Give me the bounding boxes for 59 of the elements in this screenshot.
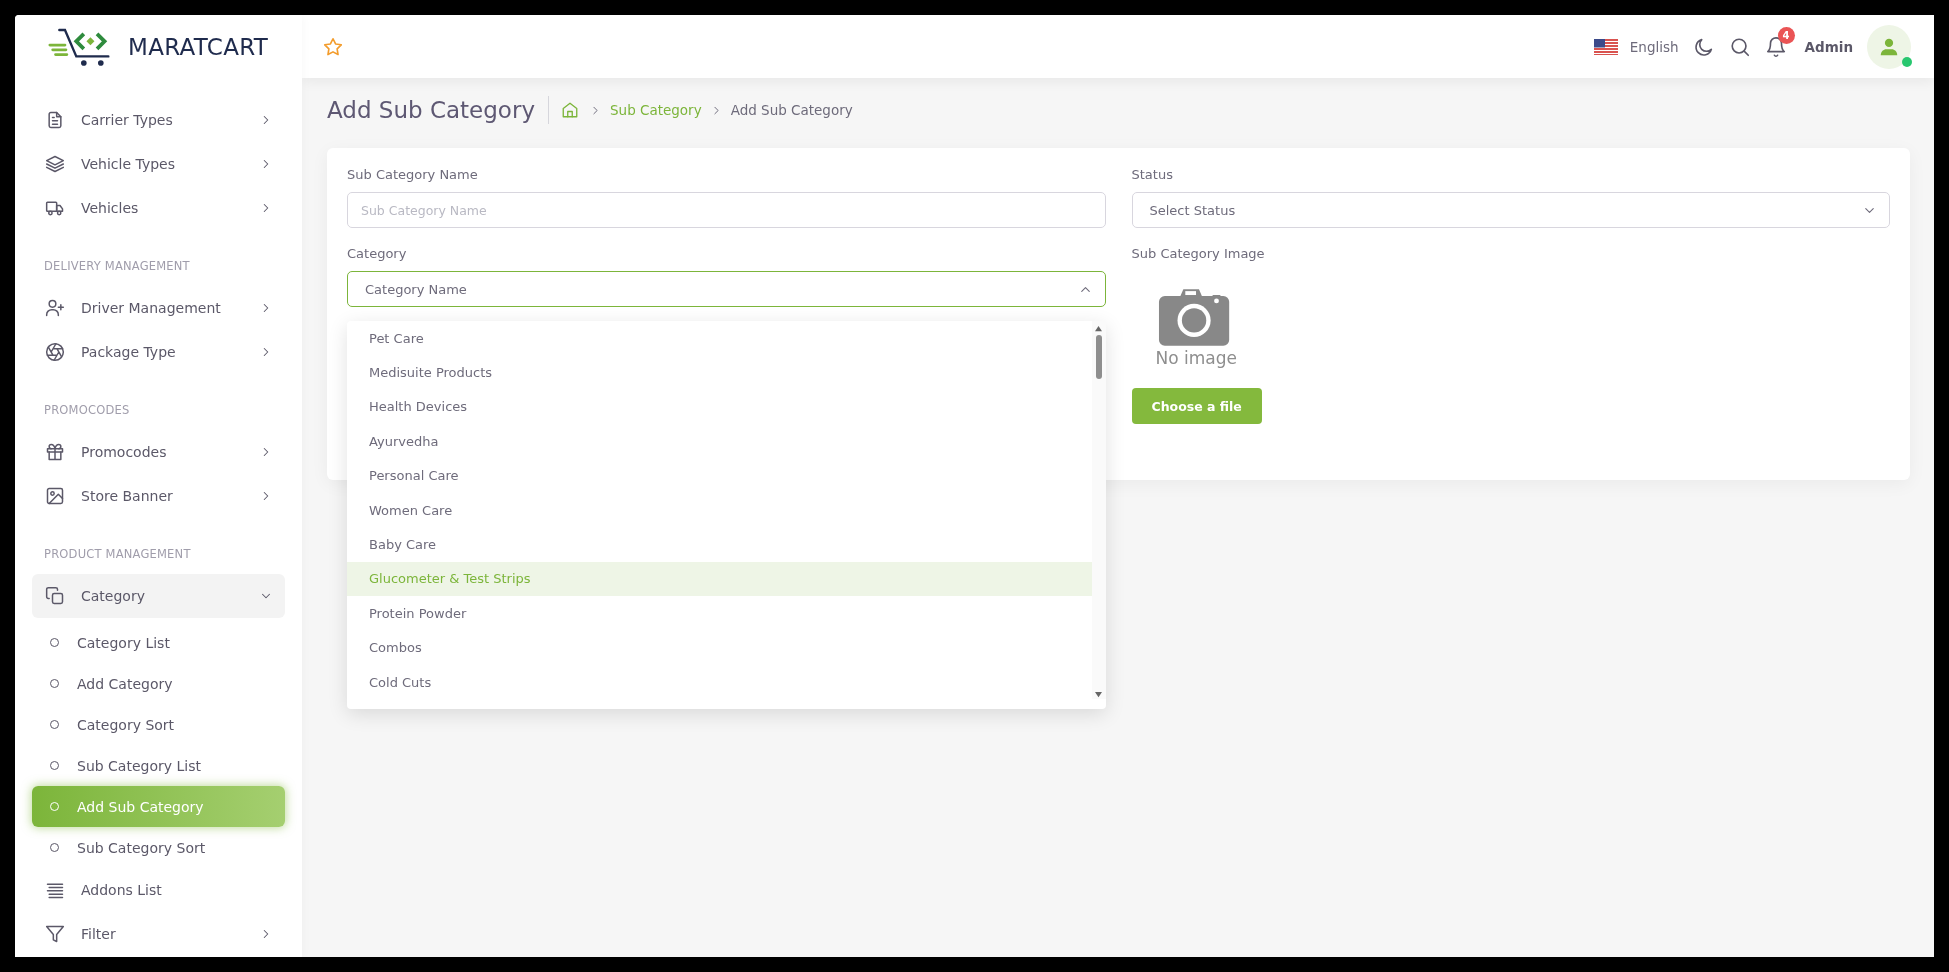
field-label: Sub Category Image bbox=[1131, 245, 1266, 263]
search-icon[interactable] bbox=[1728, 35, 1751, 58]
field-label: Category bbox=[347, 245, 408, 263]
category-select[interactable]: Category Name bbox=[347, 271, 1106, 307]
sidebar-item[interactable]: Package Type bbox=[32, 330, 285, 374]
user-plus-icon bbox=[45, 298, 65, 318]
sidebar-item[interactable]: Carrier Types bbox=[32, 98, 285, 142]
dropdown-option[interactable]: Combos bbox=[347, 630, 1092, 665]
dropdown-option[interactable]: Cold Cuts bbox=[347, 664, 1092, 700]
no-image-text: No image bbox=[1155, 348, 1238, 368]
dropdown-option[interactable]: Women Care bbox=[347, 492, 1092, 528]
sidebar-item[interactable]: Promocodes bbox=[32, 430, 285, 474]
sidebar-subitem[interactable]: Category Sort bbox=[32, 704, 285, 745]
aperture-icon bbox=[45, 342, 65, 362]
dropdown-option[interactable]: Protein Powder bbox=[347, 596, 1092, 631]
field-label: Status bbox=[1131, 166, 1174, 184]
notification-badge: 4 bbox=[1777, 26, 1795, 44]
section-heading: PROMOCODES bbox=[43, 402, 131, 419]
sidebar-item[interactable]: Driver Management bbox=[32, 286, 285, 330]
gift-icon bbox=[45, 442, 65, 462]
flag-icon bbox=[1593, 38, 1618, 55]
sidebar-item[interactable]: Category bbox=[32, 574, 285, 618]
dropdown-option[interactable]: Personal Care bbox=[347, 458, 1092, 493]
sidebar-item[interactable]: Filter bbox=[32, 912, 285, 956]
sidebar-item[interactable]: Store Banner bbox=[32, 474, 285, 518]
scroll-down-arrow-icon[interactable] bbox=[1094, 691, 1103, 699]
section-heading: DELIVERY MANAGEMENT bbox=[43, 258, 191, 275]
sidebar-item[interactable]: Vehicles bbox=[32, 186, 285, 230]
dropdown-option[interactable]: Health Devices bbox=[347, 389, 1092, 425]
sidebar-subitem[interactable]: Add Category bbox=[32, 663, 285, 704]
star-icon[interactable] bbox=[322, 35, 344, 58]
document-icon bbox=[45, 110, 65, 130]
sidebar-subitem[interactable]: Sub Category List bbox=[32, 745, 285, 786]
layers-icon bbox=[45, 154, 65, 174]
breadcrumb-current: Add Sub Category bbox=[730, 102, 853, 118]
brand-name: MARATCART bbox=[128, 33, 269, 60]
section-heading: PRODUCT MANAGEMENT bbox=[43, 546, 192, 563]
image-icon bbox=[45, 486, 65, 506]
sidebar-item[interactable]: Vehicle Types bbox=[32, 142, 285, 186]
dropdown-option[interactable]: Pet Care bbox=[347, 321, 1092, 356]
page-title: Add Sub Category bbox=[327, 96, 549, 124]
field-label: Sub Category Name bbox=[347, 166, 479, 184]
scroll-up-arrow-icon[interactable] bbox=[1094, 325, 1103, 332]
online-status-dot bbox=[1902, 56, 1912, 67]
text-input[interactable]: Sub Category Name bbox=[347, 192, 1106, 228]
language-selector[interactable]: English bbox=[1593, 38, 1679, 55]
dropdown-option[interactable]: Medisuite Products bbox=[347, 355, 1092, 390]
copy-icon bbox=[45, 586, 65, 606]
sidebar-subitem[interactable]: Sub Category Sort bbox=[32, 827, 285, 868]
lines-icon bbox=[45, 880, 65, 900]
truck-icon bbox=[45, 198, 65, 218]
status-select[interactable]: Select Status bbox=[1131, 192, 1890, 228]
scrollbar[interactable] bbox=[1091, 321, 1106, 700]
filter-icon bbox=[45, 924, 65, 944]
sidebar-subitem[interactable]: Category List bbox=[32, 622, 285, 663]
dropdown-option[interactable]: Baby Care bbox=[347, 527, 1092, 562]
dropdown-option[interactable]: Ayurvedha bbox=[347, 424, 1092, 459]
sidebar-item[interactable]: Addons List bbox=[32, 868, 285, 912]
user-name: Admin bbox=[1804, 38, 1853, 55]
